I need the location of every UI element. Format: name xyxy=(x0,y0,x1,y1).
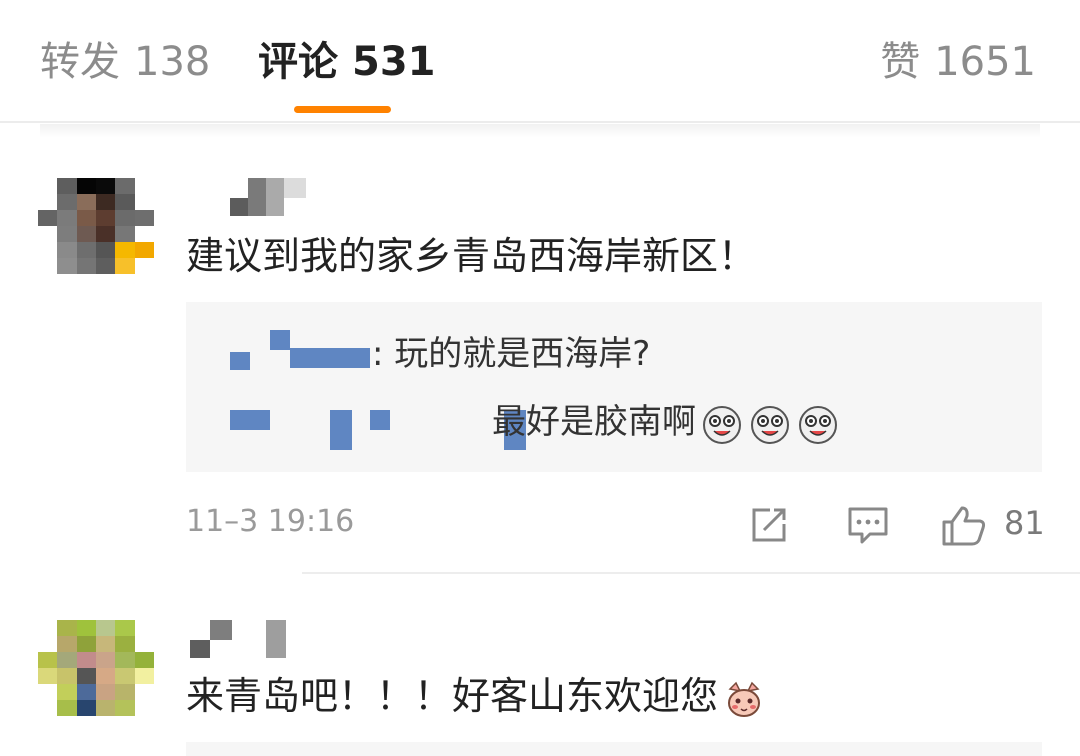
tab-comment-count: 531 xyxy=(352,39,436,85)
reply-text: 最好是胶南啊 xyxy=(492,402,696,442)
repost-icon[interactable] xyxy=(748,504,790,546)
divider xyxy=(0,121,1080,123)
emoji-group xyxy=(702,402,846,446)
tab-repost-count: 138 xyxy=(134,39,211,85)
comment-text: 建议到我的家乡青岛西海岸新区！ xyxy=(186,234,757,278)
shy-cat-emoji xyxy=(728,681,761,717)
reply-text-line-2: 最好是胶南啊 xyxy=(492,400,846,446)
comment-text: 来青岛吧！！！好客山东欢迎您 xyxy=(186,672,772,720)
tab-bar: 转发 138 评论 531 赞 1651 xyxy=(0,0,1080,123)
laughing-dog-emoji xyxy=(751,406,789,444)
tab-repost-label: 转发 xyxy=(40,39,120,85)
avatar[interactable] xyxy=(38,620,154,716)
divider xyxy=(302,572,1080,574)
avatar[interactable] xyxy=(38,178,154,274)
tab-like-count: 1651 xyxy=(934,39,1036,85)
comment-meta: 11–3 19:16 81 xyxy=(186,500,1046,550)
tab-repost[interactable]: 转发 138 xyxy=(40,36,210,88)
username[interactable] xyxy=(190,620,290,660)
tab-comment-label: 评论 xyxy=(258,39,338,85)
laughing-dog-emoji xyxy=(703,406,741,444)
comment-icon[interactable] xyxy=(846,504,890,546)
reply-box[interactable]: : 玩的就是西海岸? 最好是胶南啊 xyxy=(186,302,1042,472)
username[interactable] xyxy=(230,178,310,218)
divider-shadow xyxy=(40,124,1040,138)
tab-like[interactable]: 赞 1651 xyxy=(880,36,1036,88)
reply-username[interactable] xyxy=(230,406,526,450)
laughing-dog-emoji xyxy=(799,406,837,444)
tab-comment[interactable]: 评论 531 xyxy=(258,36,436,88)
reply-username[interactable] xyxy=(230,330,370,374)
tab-like-label: 赞 xyxy=(880,39,921,85)
like-count: 81 xyxy=(1004,504,1045,542)
active-tab-indicator xyxy=(294,106,391,113)
timestamp: 11–3 19:16 xyxy=(186,504,355,539)
reply-box[interactable] xyxy=(186,742,1042,756)
comment-text-content: 来青岛吧！！！好客山东欢迎您 xyxy=(186,674,719,718)
like-icon[interactable] xyxy=(940,504,988,548)
reply-text: : 玩的就是西海岸? xyxy=(372,334,651,374)
